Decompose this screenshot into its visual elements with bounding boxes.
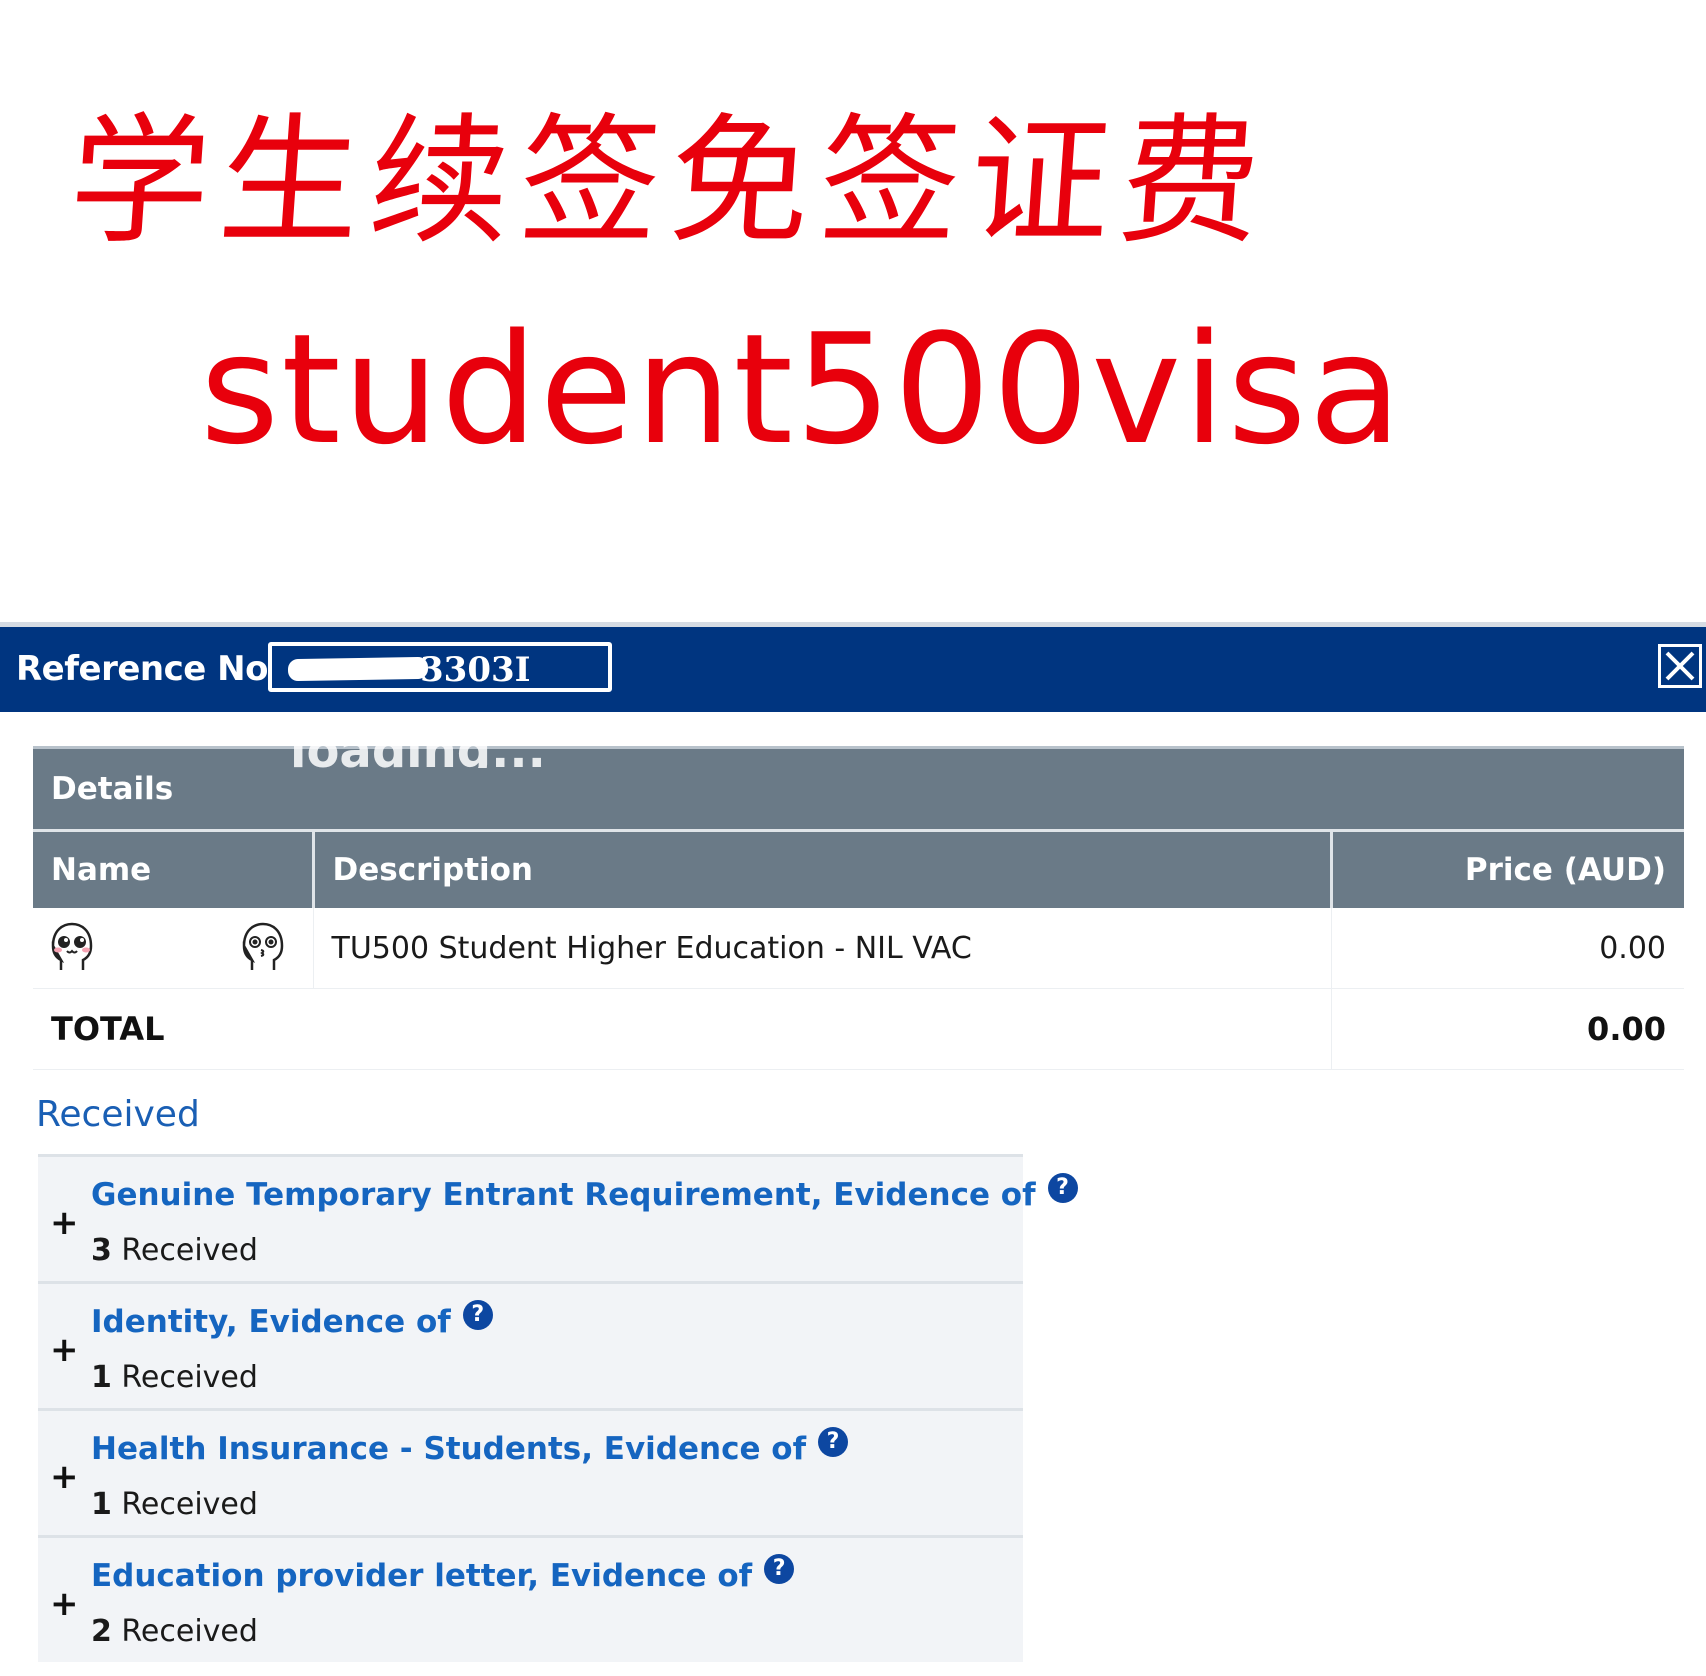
plus-icon[interactable]: +	[50, 1330, 79, 1370]
close-icon	[1665, 651, 1695, 681]
close-button[interactable]	[1658, 644, 1702, 688]
received-count: 1 Received	[91, 1360, 258, 1395]
evidence-link[interactable]: Education provider letter, Evidence of?	[91, 1554, 795, 1594]
received-heading: Received	[36, 1094, 200, 1135]
help-icon[interactable]: ?	[764, 1554, 795, 1584]
reference-value: 3303I	[420, 650, 531, 690]
plus-icon[interactable]: +	[50, 1584, 79, 1624]
help-icon[interactable]: ?	[818, 1427, 849, 1457]
plus-icon[interactable]: +	[50, 1457, 79, 1497]
list-item[interactable]: + Health Insurance - Students, Evidence …	[38, 1408, 1023, 1535]
overlay-title: 学生续签免签证费	[64, 101, 1276, 264]
reference-value-box: 3303I	[268, 642, 612, 692]
evidence-link[interactable]: Genuine Temporary Entrant Requirement, E…	[91, 1173, 1078, 1213]
received-list: + Genuine Temporary Entrant Requirement,…	[38, 1154, 1078, 1662]
list-item[interactable]: + Genuine Temporary Entrant Requirement,…	[38, 1154, 1078, 1281]
emoji-face-icon	[51, 922, 93, 970]
column-header-description: Description	[311, 829, 1331, 908]
details-table: Details Name Description Price (AUD) TU5…	[33, 746, 1684, 1070]
item-description: TU500 Student Higher Education - NIL VAC	[312, 908, 1331, 989]
reference-label: Reference No	[16, 649, 269, 689]
help-icon[interactable]: ?	[462, 1300, 493, 1330]
total-label: TOTAL	[33, 988, 1331, 1070]
help-icon[interactable]: ?	[1047, 1173, 1078, 1203]
plus-icon[interactable]: +	[50, 1203, 79, 1243]
total-row: TOTAL 0.00	[33, 988, 1684, 1070]
received-count: 3 Received	[91, 1233, 258, 1268]
item-price: 0.00	[1330, 908, 1684, 989]
evidence-link[interactable]: Identity, Evidence of?	[91, 1300, 493, 1340]
received-count: 1 Received	[91, 1487, 258, 1522]
emoji-face-icon	[242, 922, 284, 970]
column-header-name: Name	[33, 829, 313, 908]
list-item[interactable]: + Education provider letter, Evidence of…	[38, 1535, 1023, 1662]
total-value: 0.00	[1330, 988, 1684, 1070]
redaction-mark	[287, 656, 429, 682]
received-count: 2 Received	[91, 1614, 258, 1649]
evidence-link[interactable]: Health Insurance - Students, Evidence of…	[91, 1427, 849, 1467]
column-header-price: Price (AUD)	[1329, 829, 1684, 908]
details-header-row: Details	[33, 746, 1684, 831]
column-header-row: Name Description Price (AUD)	[33, 829, 1684, 908]
name-cell-redacted	[33, 908, 313, 989]
list-item[interactable]: + Identity, Evidence of? 1 Received	[38, 1281, 1023, 1408]
table-row: TU500 Student Higher Education - NIL VAC…	[33, 908, 1684, 989]
details-section-title: Details	[33, 746, 1684, 831]
reference-header: Reference No 3303I	[0, 627, 1706, 712]
overlay-subtitle: student500visa	[200, 301, 1404, 478]
